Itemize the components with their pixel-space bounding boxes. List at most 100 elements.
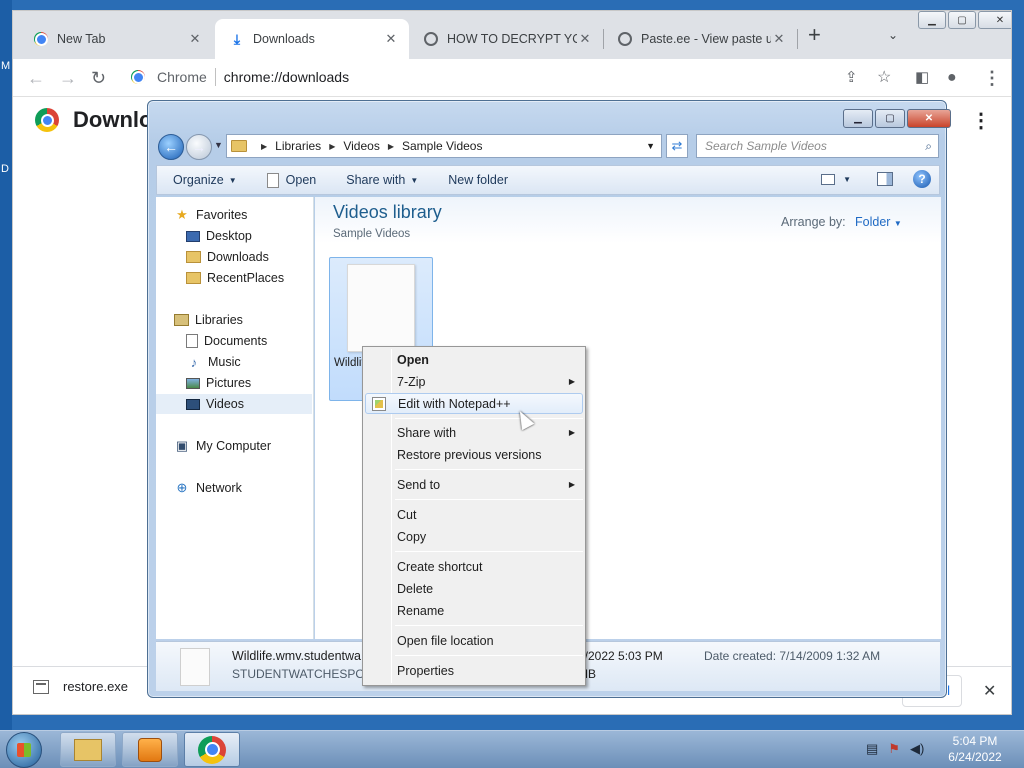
nav-item-music[interactable]: ♪ Music — [156, 352, 312, 372]
omnibox[interactable]: Chrome chrome://downloads — [125, 63, 905, 91]
tab-downloads[interactable]: ⤓ Downloads ✕ — [215, 19, 409, 59]
maximize-button[interactable]: ▢ — [948, 11, 976, 29]
back-icon[interactable]: ← — [27, 68, 45, 88]
menu-item-create-shortcut[interactable]: Create shortcut — [365, 556, 583, 577]
menu-item-restore-versions[interactable]: Restore previous versions — [365, 444, 583, 465]
nav-item-recent-places[interactable]: RecentPlaces — [156, 268, 312, 288]
breadcrumb-libraries[interactable]: Libraries — [275, 139, 321, 153]
change-view-icon[interactable] — [821, 173, 836, 185]
nav-item-documents[interactable]: Documents — [156, 331, 312, 351]
menu-item-7zip[interactable]: 7-Zip ▶ — [365, 371, 583, 392]
address-bar[interactable]: ▶ Libraries ▶ Videos ▶ Sample Videos ▼ — [226, 134, 662, 158]
reload-icon[interactable]: ↻ — [91, 68, 106, 88]
close-icon[interactable]: ✕ — [383, 31, 399, 47]
search-icon[interactable]: ⌕ — [925, 139, 932, 154]
close-button[interactable]: ✕ — [907, 109, 951, 128]
open-button[interactable]: Open — [251, 172, 331, 188]
network-tray-icon[interactable]: ▤ — [866, 741, 878, 757]
chrome-icon — [33, 31, 49, 47]
menu-kebab-icon[interactable]: ⋮ — [983, 68, 1001, 88]
desktop-icon — [186, 230, 200, 242]
menu-item-copy[interactable]: Copy — [365, 526, 583, 547]
share-with-button[interactable]: Share with ▼ — [330, 173, 432, 187]
action-center-icon[interactable]: ⚑ — [888, 741, 900, 757]
chevron-right-icon[interactable]: ▶ — [261, 142, 267, 151]
maximize-button[interactable]: ▢ — [875, 109, 905, 128]
close-icon[interactable]: ✕ — [577, 31, 593, 47]
tab-title: Downloads — [253, 32, 315, 46]
menu-item-delete[interactable]: Delete — [365, 578, 583, 599]
breadcrumb-videos[interactable]: Videos — [343, 139, 379, 153]
menu-item-label: Restore previous versions — [397, 447, 542, 462]
new-tab-button[interactable]: + — [808, 24, 821, 46]
help-icon[interactable]: ? — [913, 170, 931, 188]
folder-icon — [231, 140, 247, 152]
taskbar-media-player-button[interactable] — [122, 732, 178, 767]
arrange-by-dropdown[interactable]: Folder ▼ — [855, 215, 902, 229]
nav-item-downloads[interactable]: Downloads — [156, 247, 312, 267]
nav-item-libraries[interactable]: Libraries — [156, 310, 312, 330]
menu-item-send-to[interactable]: Send to ▶ — [365, 474, 583, 495]
omnibox-url[interactable]: chrome://downloads — [224, 69, 349, 85]
media-player-icon — [138, 737, 162, 762]
side-panel-icon[interactable]: ◧ — [915, 68, 929, 88]
tab-new-tab[interactable]: New Tab ✕ — [19, 19, 213, 59]
volume-icon[interactable]: ◀) — [910, 741, 924, 757]
bookmark-star-icon[interactable]: ☆ — [877, 68, 891, 88]
menu-item-properties[interactable]: Properties — [365, 660, 583, 681]
recent-pages-dropdown[interactable]: ▼ — [214, 140, 223, 150]
details-filename: Wildlife.wmv.studentwa — [232, 649, 361, 663]
nav-item-network[interactable]: ⊕ Network — [156, 478, 312, 498]
menu-item-edit-notepad[interactable]: Edit with Notepad++ — [365, 393, 583, 414]
menu-item-rename[interactable]: Rename — [365, 600, 583, 621]
blank-file-icon — [347, 264, 415, 352]
forward-icon[interactable]: → — [59, 68, 77, 88]
menu-item-open-file-location[interactable]: Open file location — [365, 630, 583, 651]
globe-icon — [423, 31, 439, 47]
downloads-menu-icon[interactable]: ⋮ — [971, 108, 991, 133]
tab-search-icon[interactable]: ⌄ — [888, 28, 898, 42]
tab-divider — [797, 29, 798, 49]
notepad-plus-icon — [372, 397, 386, 411]
tab-paste[interactable]: Paste.ee - View paste uS ✕ — [603, 19, 797, 59]
taskbar-explorer-button[interactable] — [60, 732, 116, 767]
start-button[interactable] — [6, 732, 42, 768]
share-icon[interactable]: ⇪ — [845, 68, 858, 88]
chevron-down-icon[interactable]: ▼ — [843, 175, 851, 184]
forward-button[interactable]: → — [186, 134, 212, 160]
minimize-button[interactable]: ▁ — [843, 109, 873, 128]
close-icon[interactable]: ✕ — [187, 31, 203, 47]
menu-item-cut[interactable]: Cut — [365, 504, 583, 525]
nav-item-my-computer[interactable]: ▣ My Computer — [156, 436, 312, 456]
nav-item-pictures[interactable]: Pictures — [156, 373, 312, 393]
taskbar-chrome-button[interactable] — [184, 732, 240, 767]
new-folder-button[interactable]: New folder — [432, 173, 522, 187]
system-tray: ▤ ⚑ ◀) — [866, 741, 934, 757]
nav-item-desktop[interactable]: Desktop — [156, 226, 312, 246]
organize-button[interactable]: Organize ▼ — [157, 173, 251, 187]
menu-item-open[interactable]: Open — [365, 349, 583, 370]
desktop-edge-char: M — [1, 60, 11, 72]
shelf-download-item[interactable]: restore.exe — [33, 679, 128, 694]
refresh-icon[interactable]: ⇄ — [666, 134, 688, 158]
menu-item-share-with[interactable]: Share with ▶ — [365, 422, 583, 443]
search-input[interactable]: Search Sample Videos ⌕ — [696, 134, 939, 158]
close-icon[interactable]: ✕ — [771, 31, 787, 47]
profile-icon[interactable]: ● — [947, 68, 957, 88]
minimize-button[interactable]: ▁ — [918, 11, 946, 29]
chevron-right-icon[interactable]: ▶ — [388, 142, 394, 151]
nav-item-videos[interactable]: Videos — [156, 394, 312, 414]
tab-decrypt[interactable]: HOW TO DECRYPT YOU ✕ — [409, 19, 603, 59]
chevron-right-icon[interactable]: ▶ — [329, 142, 335, 151]
nav-item-favorites[interactable]: ★ Favorites — [156, 205, 312, 225]
system-clock[interactable]: 5:04 PM 6/24/2022 — [940, 733, 1010, 765]
address-dropdown-icon[interactable]: ▼ — [646, 141, 655, 151]
preview-pane-icon[interactable] — [877, 172, 893, 186]
menu-item-label: Send to — [397, 477, 441, 492]
back-button[interactable]: ← — [158, 134, 184, 160]
library-subtitle: Sample Videos — [333, 228, 411, 240]
shelf-close-button[interactable]: ✕ — [983, 681, 996, 701]
menu-item-label: Copy — [397, 529, 427, 544]
breadcrumb-sample-videos[interactable]: Sample Videos — [402, 139, 483, 153]
close-button[interactable]: ✕ — [978, 11, 1011, 29]
